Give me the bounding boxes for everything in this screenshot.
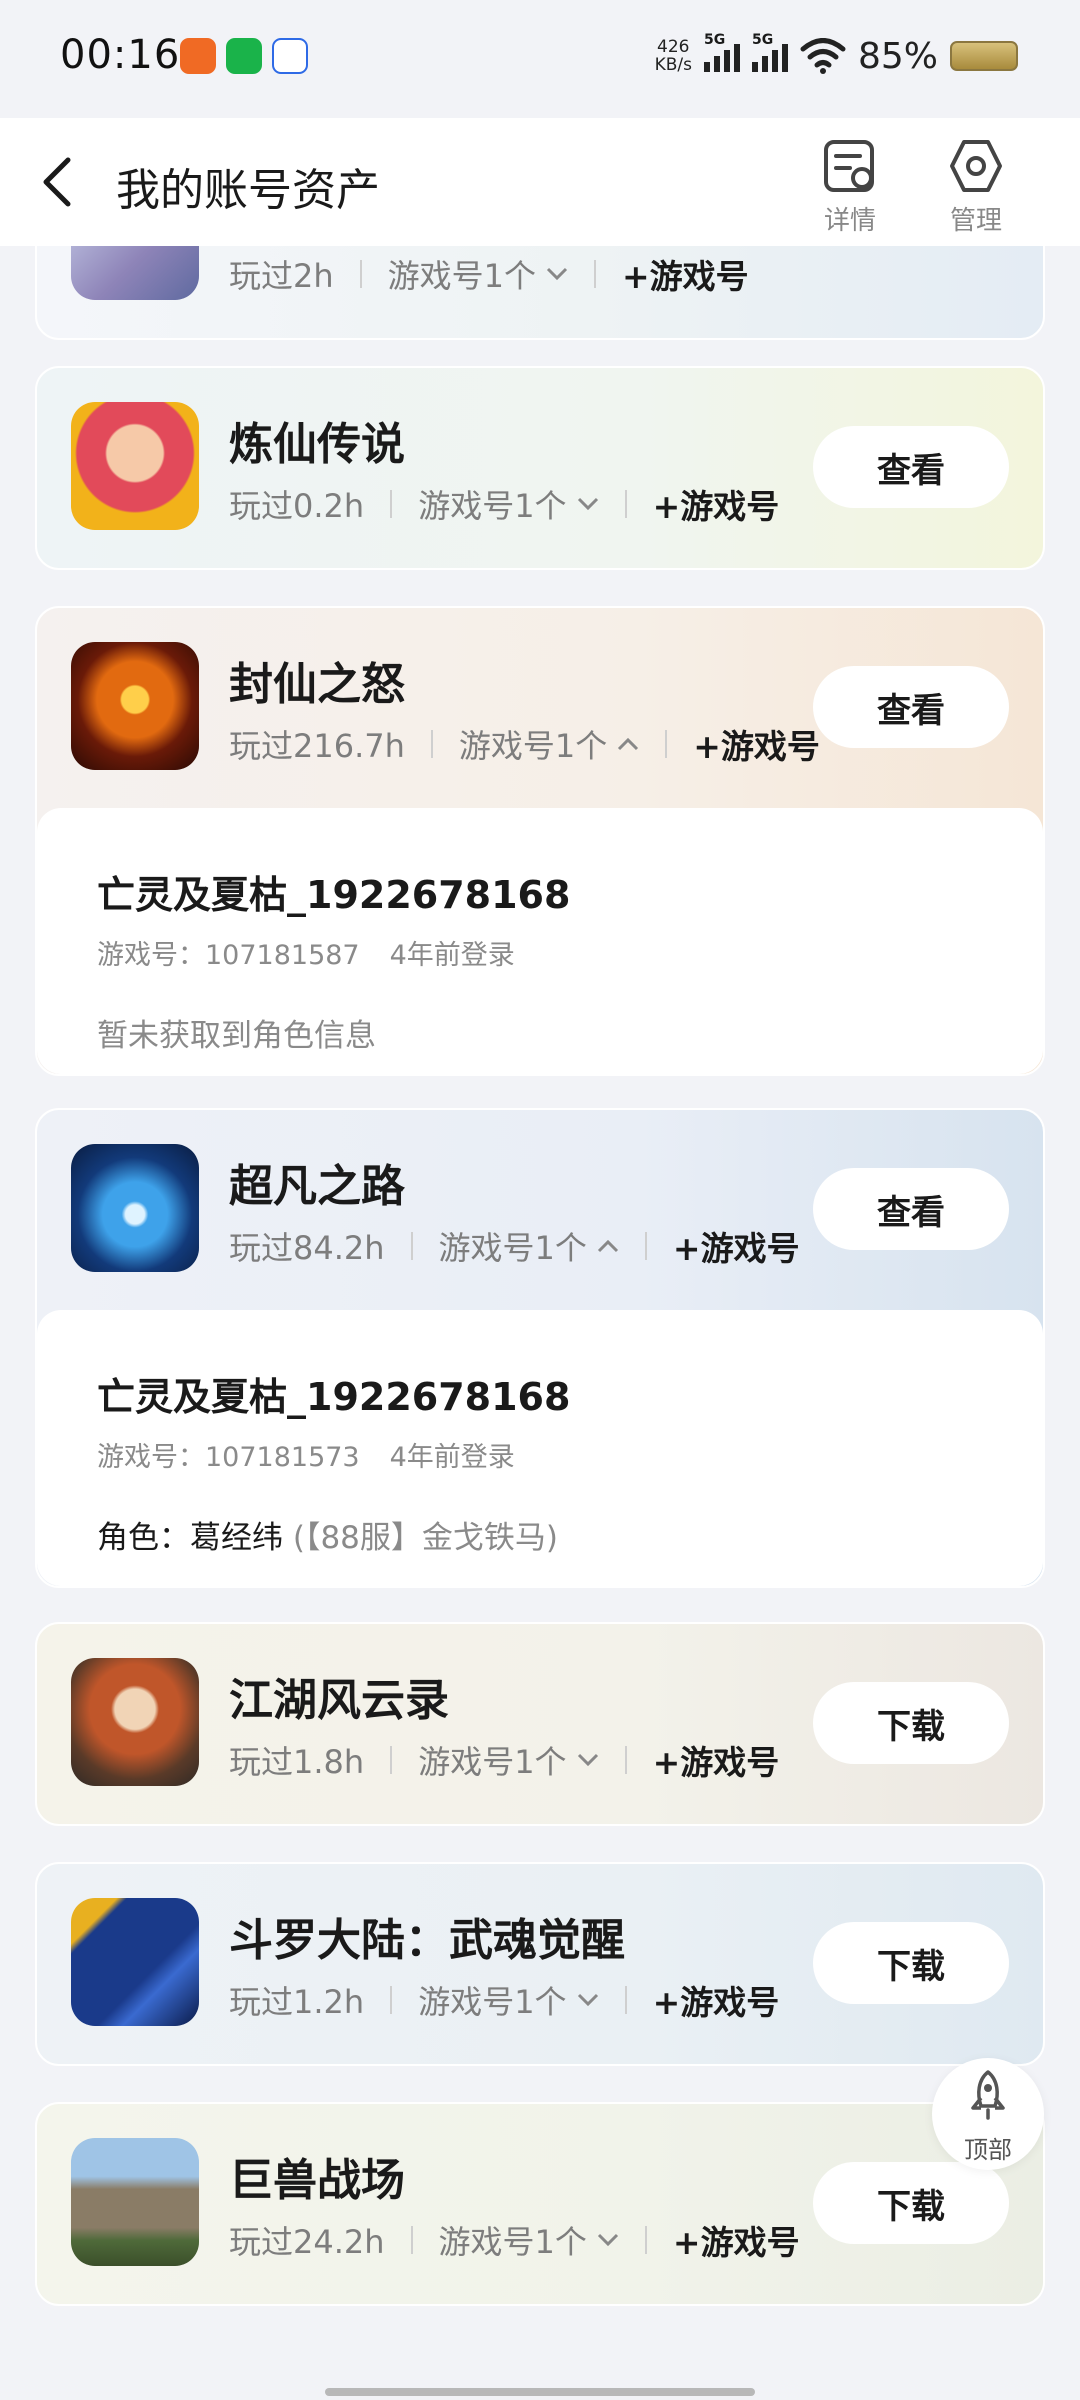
add-account-button[interactable]: +游戏号 [653,480,780,528]
game-card[interactable]: 斗罗大陆：武魂觉醒 玩过1.2h 游戏号1个 +游戏号 下载 [35,1862,1045,2066]
signal-label-2: 5G [751,32,774,48]
signal-icon: 5G [703,32,740,72]
manage-button[interactable]: 管理 [926,136,1026,237]
app-header: 我的账号资产 详情 管理 [0,118,1080,246]
role-info: 角色：葛经纬 (【88服】金戈铁马) [97,1512,1043,1557]
download-button[interactable]: 下载 [813,1922,1009,2004]
played-hours: 玩过24.2h [229,2223,385,2261]
account-info: 游戏号：107181587 4年前登录 [97,933,1043,972]
add-account-button[interactable]: +游戏号 [653,1736,780,1784]
view-button[interactable]: 查看 [813,426,1009,508]
detail-label: 详情 [823,206,876,236]
add-account-button[interactable]: +游戏号 [693,720,820,768]
status-bar: 00:16 426 KB/s 5G 5G 85% [0,0,1080,118]
game-icon [71,402,199,530]
back-to-top-button[interactable]: 顶部 [932,2058,1044,2170]
signal-icon: 5G [751,32,788,72]
game-icon [71,642,199,770]
page-title: 我的账号资产 [116,165,380,216]
network-speed: 426 KB/s [655,38,692,74]
account-count[interactable]: 游戏号1个 [459,721,607,767]
account-id: 游戏号：107181573 [97,1442,360,1473]
played-hours: 玩过1.8h [229,1743,365,1781]
manage-label: 管理 [949,206,1002,236]
role-name: 角色：葛经纬 [97,1520,283,1556]
account-count[interactable]: 游戏号1个 [388,251,536,297]
account-count[interactable]: 游戏号1个 [418,481,566,527]
game-name: 江湖风云录 [229,1675,449,1726]
game-icon [71,1144,199,1272]
account-info: 游戏号：107181573 4年前登录 [97,1435,1043,1474]
download-button[interactable]: 下载 [813,2162,1009,2244]
account-count[interactable]: 游戏号1个 [418,1737,566,1783]
game-name: 封仙之怒 [229,659,405,710]
status-time: 00:16 [60,32,181,78]
account-name: 亡灵及夏枯_1922678168 [97,1375,571,1419]
back-icon[interactable] [34,154,84,210]
played-hours: 玩过2h [229,257,334,295]
account-panel[interactable]: 亡灵及夏枯_1922678168 游戏号：107181573 4年前登录 角色：葛… [37,1310,1043,1586]
chevron-down-icon[interactable] [546,267,568,281]
battery-icon [950,41,1018,71]
home-indicator[interactable] [325,2388,755,2396]
detail-icon [824,140,874,192]
chevron-up-icon[interactable] [617,737,639,751]
add-account-button[interactable]: +游戏号 [673,1222,800,1270]
played-hours: 玩过0.2h [229,487,365,525]
game-card[interactable]: 江湖风云录 玩过1.8h 游戏号1个 +游戏号 下载 [35,1622,1045,1826]
download-button[interactable]: 下载 [813,1682,1009,1764]
wifi-icon [800,38,846,74]
rocket-icon [971,2070,1005,2120]
account-panel[interactable]: 亡灵及夏枯_1922678168 游戏号：107181587 4年前登录 暂未获取… [37,808,1043,1074]
signal-label-1: 5G [703,32,726,48]
chevron-up-icon[interactable] [597,1239,619,1253]
manage-icon [950,140,1002,192]
account-count[interactable]: 游戏号1个 [418,1977,566,2023]
game-name: 超凡之路 [229,1161,405,1212]
game-card[interactable]: 玩过2h 游戏号1个 +游戏号 [35,246,1045,340]
game-card[interactable]: 巨兽战场 玩过24.2h 游戏号1个 +游戏号 下载 [35,2102,1045,2306]
played-hours: 玩过216.7h [229,727,405,765]
chevron-down-icon[interactable] [597,2233,619,2247]
game-name: 炼仙传说 [229,419,405,470]
played-hours: 玩过1.2h [229,1983,365,2021]
game-name: 巨兽战场 [229,2155,405,2206]
game-icon [71,246,199,300]
account-count[interactable]: 游戏号1个 [439,2217,587,2263]
role-server: (【88服】金戈铁马) [292,1520,558,1556]
game-card[interactable]: 封仙之怒 玩过216.7h 游戏号1个 +游戏号 查看 亡灵及夏枯_192267… [35,606,1045,1076]
view-button[interactable]: 查看 [813,666,1009,748]
account-id: 游戏号：107181587 [97,940,360,971]
notification-app-icon [180,38,216,74]
role-info: 暂未获取到角色信息 [97,1018,376,1054]
back-to-top-label: 顶部 [964,2136,1012,2164]
game-list: 玩过2h 游戏号1个 +游戏号 炼仙传说 玩过0.2h 游戏号1个 +游戏号 查… [0,246,1080,2400]
wechat-icon [226,38,262,74]
last-login: 4年前登录 [389,1442,515,1473]
add-account-button[interactable]: +游戏号 [673,2216,800,2264]
battery-level: 85% [857,35,938,77]
add-account-button[interactable]: +游戏号 [622,250,749,298]
last-login: 4年前登录 [389,940,515,971]
account-count[interactable]: 游戏号1个 [439,1223,587,1269]
game-name: 斗罗大陆：武魂觉醒 [229,1915,625,1966]
chevron-down-icon[interactable] [577,1753,599,1767]
speed-value: 426 [657,37,690,57]
account-name: 亡灵及夏枯_1922678168 [97,873,571,917]
game-icon [71,2138,199,2266]
chevron-down-icon[interactable] [577,1993,599,2007]
add-account-button[interactable]: +游戏号 [653,1976,780,2024]
detail-button[interactable]: 详情 [800,136,900,237]
view-button[interactable]: 查看 [813,1168,1009,1250]
played-hours: 玩过84.2h [229,1229,385,1267]
game-card[interactable]: 炼仙传说 玩过0.2h 游戏号1个 +游戏号 查看 [35,366,1045,570]
game-icon [71,1658,199,1786]
speed-unit: KB/s [654,55,692,75]
game-card[interactable]: 超凡之路 玩过84.2h 游戏号1个 +游戏号 查看 亡灵及夏枯_1922678… [35,1108,1045,1588]
chevron-down-icon[interactable] [577,497,599,511]
game-icon [71,1898,199,2026]
baidu-icon [272,38,308,74]
